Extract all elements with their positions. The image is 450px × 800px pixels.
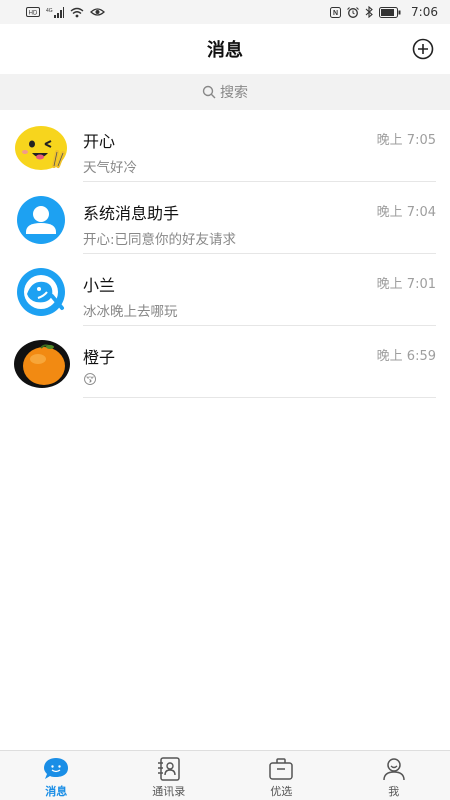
person-avatar — [17, 196, 65, 244]
conversation-item-chengzi[interactable]: 橙子 😚 晚上 6:59 — [0, 326, 450, 398]
wifi-icon — [70, 7, 84, 17]
conversation-name: 开心 — [83, 132, 116, 151]
svg-text:HD: HD — [29, 11, 38, 17]
nfc-icon: N — [330, 6, 342, 18]
conversation-time: 晚上 6:59 — [376, 349, 436, 364]
bluetooth-icon — [365, 6, 373, 18]
tab-label: 我 — [388, 785, 400, 798]
search-placeholder: 搜索 — [220, 85, 248, 101]
conversation-preview: 冰冰晚上去哪玩 — [83, 304, 178, 320]
conversation-preview: 天气好冷 — [83, 160, 137, 176]
status-bar: HD 4G N 7:06 — [0, 0, 450, 24]
conversation-preview: 😚 — [83, 372, 98, 388]
conversation-item-xiaolan[interactable]: 小兰 冰冰晚上去哪玩 晚上 7:01 — [0, 254, 450, 326]
briefcase-icon — [269, 758, 293, 780]
battery-icon — [379, 6, 401, 18]
bird-avatar — [17, 268, 65, 316]
signal-icon: 4G — [46, 6, 64, 18]
tab-me[interactable]: 我 — [338, 751, 450, 800]
page-title: 消息 — [207, 40, 243, 61]
search-icon — [202, 85, 216, 99]
bottom-tab-bar: 消息 通讯录 优选 我 — [0, 750, 450, 800]
status-left: HD 4G — [26, 6, 105, 18]
tab-label: 优选 — [270, 785, 293, 798]
svg-text:N: N — [333, 10, 338, 17]
conversation-body: 系统消息助手 开心:已同意你的好友请求 晚上 7:04 — [83, 182, 436, 254]
conversation-body: 开心 天气好冷 晚上 7:05 — [83, 110, 436, 182]
hd-icon: HD — [26, 7, 40, 17]
conversation-time: 晚上 7:04 — [376, 205, 436, 220]
tab-contacts[interactable]: 通讯录 — [113, 751, 226, 800]
plus-circle-icon[interactable] — [412, 38, 434, 60]
conversation-body: 橙子 😚 晚上 6:59 — [83, 326, 436, 398]
profile-icon — [383, 758, 405, 781]
app-header: 消息 — [0, 24, 450, 74]
emoji-face-avatar — [15, 126, 67, 170]
svg-text:4G: 4G — [46, 8, 53, 14]
conversation-item-kaixin[interactable]: 开心 天气好冷 晚上 7:05 — [0, 110, 450, 182]
conversation-body: 小兰 冰冰晚上去哪玩 晚上 7:01 — [83, 254, 436, 326]
chat-bubble-icon — [44, 758, 69, 779]
tab-featured[interactable]: 优选 — [225, 751, 338, 800]
status-right: N 7:06 — [330, 5, 438, 19]
search-bar[interactable]: 搜索 — [0, 74, 450, 110]
conversation-name: 橙子 — [83, 348, 116, 367]
orange-avatar — [14, 340, 70, 388]
conversation-preview: 开心:已同意你的好友请求 — [83, 232, 237, 248]
tab-label: 通讯录 — [152, 785, 186, 798]
conversation-time: 晚上 7:05 — [376, 133, 436, 148]
conversation-list: 开心 天气好冷 晚上 7:05 系统消息助手 开心:已同意你的好友请求 晚上 7… — [0, 110, 450, 398]
tab-messages[interactable]: 消息 — [0, 751, 113, 800]
alarm-icon — [347, 6, 359, 18]
conversation-item-system[interactable]: 系统消息助手 开心:已同意你的好友请求 晚上 7:04 — [0, 182, 450, 254]
conversation-name: 系统消息助手 — [83, 204, 180, 223]
eye-icon — [90, 8, 105, 16]
tab-label: 消息 — [45, 785, 68, 798]
conversation-name: 小兰 — [83, 276, 116, 295]
contacts-icon — [157, 757, 180, 781]
conversation-time: 晚上 7:01 — [376, 277, 436, 292]
status-time: 7:06 — [411, 5, 438, 19]
